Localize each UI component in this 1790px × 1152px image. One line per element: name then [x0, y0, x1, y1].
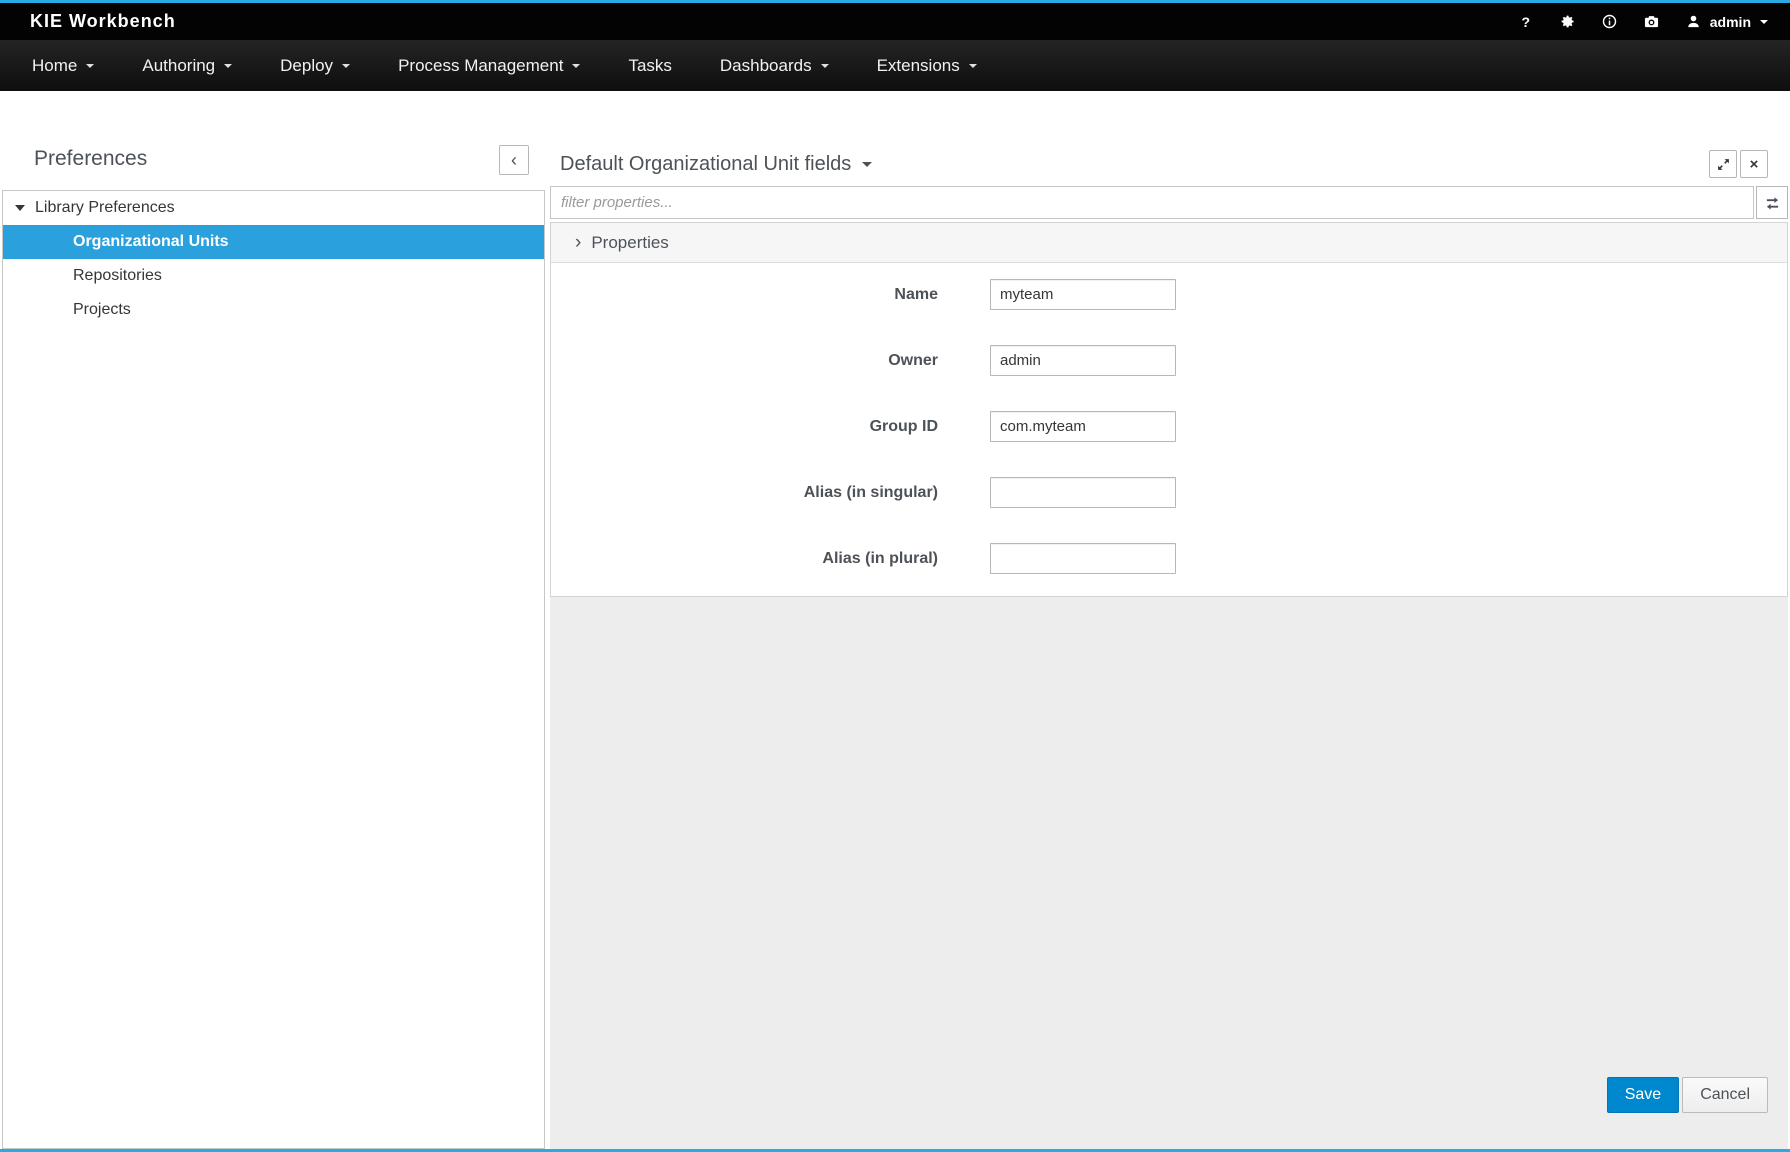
chevron-down-icon	[86, 64, 94, 68]
chevron-down-icon	[821, 64, 829, 68]
window-buttons: ×	[1709, 150, 1788, 178]
alias-plural-label: Alias (in plural)	[551, 550, 938, 568]
chevron-down-icon	[342, 64, 350, 68]
tree-item-organizational-units[interactable]: Organizational Units	[3, 225, 544, 259]
toggle-categories-icon[interactable]	[1756, 186, 1788, 219]
chevron-down-icon	[15, 205, 25, 211]
nav-item-home[interactable]: Home	[8, 40, 118, 91]
user-icon	[1685, 13, 1703, 31]
alias-singular-label: Alias (in singular)	[551, 484, 938, 502]
masthead: KIE Workbench ? admin	[0, 3, 1790, 40]
workspace: Preferences ‹ Library Preferences Organi…	[0, 91, 1790, 1152]
section-title: Properties	[591, 233, 668, 253]
help-icon[interactable]: ?	[1517, 13, 1535, 31]
tree-node-library-preferences[interactable]: Library Preferences	[3, 191, 544, 225]
chevron-right-icon: ›	[575, 233, 581, 252]
app-logo[interactable]: KIE Workbench	[30, 11, 176, 32]
nav-item-deploy[interactable]: Deploy	[256, 40, 374, 91]
filter-input[interactable]	[550, 186, 1754, 219]
editor-title[interactable]: Default Organizational Unit fields	[560, 153, 872, 176]
chevron-down-icon	[224, 64, 232, 68]
alias-plural-field[interactable]	[990, 543, 1176, 574]
masthead-actions: ? admin	[1517, 13, 1768, 31]
group-id-field[interactable]	[990, 411, 1176, 442]
form-row: Name	[551, 279, 1787, 310]
cancel-button[interactable]: Cancel	[1682, 1077, 1768, 1113]
user-name: admin	[1710, 14, 1751, 30]
form-row: Group ID	[551, 411, 1787, 442]
editor-header: Default Organizational Unit fields ×	[550, 146, 1788, 182]
nav-item-tasks[interactable]: Tasks	[604, 40, 695, 91]
gear-icon[interactable]	[1559, 13, 1577, 31]
nav-item-authoring[interactable]: Authoring	[118, 40, 256, 91]
collapse-sidebar-button[interactable]: ‹	[499, 145, 529, 175]
owner-field[interactable]	[990, 345, 1176, 376]
properties-filter-bar	[550, 186, 1788, 219]
editor-footer: Save Cancel	[550, 597, 1788, 1149]
chevron-down-icon	[969, 64, 977, 68]
group-id-label: Group ID	[551, 418, 938, 436]
maximize-button[interactable]	[1709, 150, 1737, 178]
preferences-panel-title: Preferences	[34, 147, 147, 171]
nav-item-process-management[interactable]: Process Management	[374, 40, 604, 91]
tree-item-repositories[interactable]: Repositories	[3, 259, 544, 293]
save-button[interactable]: Save	[1607, 1077, 1679, 1113]
properties-card: › Properties Name Owner Group ID Alias (…	[550, 222, 1788, 597]
editor-panel: Default Organizational Unit fields × › P…	[550, 146, 1788, 1149]
chevron-down-icon	[862, 162, 872, 167]
user-menu[interactable]: admin	[1685, 13, 1768, 31]
form-row: Owner	[551, 345, 1787, 376]
alias-singular-field[interactable]	[990, 477, 1176, 508]
tree-item-projects[interactable]: Projects	[3, 293, 544, 327]
form-row: Alias (in singular)	[551, 477, 1787, 508]
properties-form: Name Owner Group ID Alias (in singular) …	[551, 263, 1787, 596]
owner-label: Owner	[551, 352, 938, 370]
name-label: Name	[551, 286, 938, 304]
form-row: Alias (in plural)	[551, 543, 1787, 574]
nav-item-extensions[interactable]: Extensions	[853, 40, 1001, 91]
close-icon[interactable]: ×	[1740, 150, 1768, 178]
chevron-down-icon	[1760, 20, 1768, 24]
properties-section-header[interactable]: › Properties	[551, 223, 1787, 263]
main-navbar: Home Authoring Deploy Process Management…	[0, 40, 1790, 91]
preferences-tree-panel: Library Preferences Organizational Units…	[2, 190, 545, 1149]
chevron-down-icon	[572, 64, 580, 68]
name-field[interactable]	[990, 279, 1176, 310]
camera-icon[interactable]	[1643, 13, 1661, 31]
info-icon[interactable]	[1601, 13, 1619, 31]
nav-item-dashboards[interactable]: Dashboards	[696, 40, 853, 91]
